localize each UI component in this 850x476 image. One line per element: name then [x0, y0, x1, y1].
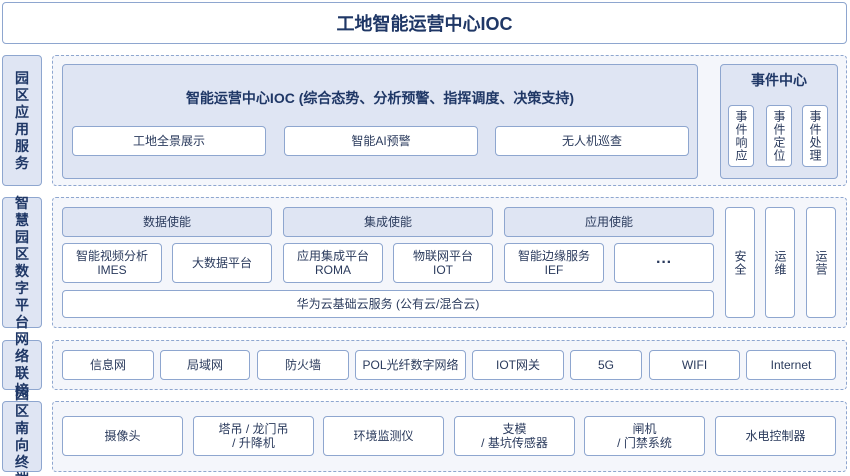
service-line1: 大数据平台: [191, 256, 252, 270]
service-edge: 智能边缘服务 IEF: [504, 243, 604, 283]
event-locate: 事件定位: [766, 105, 792, 167]
layer-label-app: 园区应用服务: [2, 55, 42, 186]
ioc-item-drone-patrol: 无人机巡查: [495, 126, 689, 156]
side-operation-maintenance: 运维: [765, 207, 795, 318]
network-iot-gateway: IOT网关: [472, 350, 564, 380]
network-firewall: 防火墙: [257, 350, 349, 380]
service-line2: IMES: [97, 263, 127, 277]
terminal-line2: / 基坑传感器: [481, 436, 548, 450]
service-iot-platform: 物联网平台 IOT: [393, 243, 493, 283]
layer-label-network: 网络联接: [2, 331, 42, 398]
network-info-net: 信息网: [62, 350, 154, 380]
terminal-crane: 塔吊 / 龙门吊 / 升降机: [193, 416, 314, 456]
service-more: ···: [614, 243, 714, 283]
service-line1: 智能视频分析: [75, 249, 148, 263]
network-internet: Internet: [746, 350, 836, 380]
enabler-data: 数据使能: [62, 207, 272, 237]
network-5g: 5G: [570, 350, 642, 380]
enabler-integration: 集成使能: [283, 207, 493, 237]
terminal-line2: / 门禁系统: [617, 436, 672, 450]
terminal-line2: / 升降机: [232, 436, 275, 450]
service-line2: IOT: [433, 263, 453, 277]
terminal-line1: 塔吊 / 龙门吊: [218, 422, 289, 436]
network-pol: POL光纤数字网络: [355, 350, 466, 380]
terminal-line1: 闸机: [632, 422, 657, 436]
network-wifi: WIFI: [649, 350, 740, 380]
side-security: 安全: [725, 207, 755, 318]
terminal-line1: 环境监测仪: [353, 429, 414, 443]
ioc-item-ai-warning: 智能AI预警: [284, 126, 478, 156]
page-title: 工地智能运营中心IOC: [2, 2, 847, 44]
terminal-line1: 支模: [502, 422, 527, 436]
layer-label-platform: 智慧园区数字平台: [2, 195, 42, 330]
ioc-panel: [62, 64, 698, 179]
service-line1: 应用集成平台: [296, 249, 369, 263]
network-lan: 局域网: [160, 350, 250, 380]
terminal-line1: 水电控制器: [745, 429, 806, 443]
terminal-formwork-sensor: 支模 / 基坑传感器: [454, 416, 575, 456]
ioc-item-panorama: 工地全景展示: [72, 126, 266, 156]
service-line2: ROMA: [315, 263, 351, 277]
huawei-cloud-base: 华为云基础云服务 (公有云/混合云): [62, 290, 714, 318]
service-line1: 智能边缘服务: [517, 249, 590, 263]
terminal-camera: 摄像头: [62, 416, 183, 456]
enabler-application: 应用使能: [504, 207, 714, 237]
event-response: 事件响应: [728, 105, 754, 167]
terminal-utility-controller: 水电控制器: [715, 416, 836, 456]
side-operation: 运营: [806, 207, 836, 318]
service-video-analysis: 智能视频分析 IMES: [62, 243, 162, 283]
event-center-title: 事件中心: [751, 72, 807, 88]
service-line2: IEF: [544, 263, 564, 277]
layer-label-terminal: 园区南向终端: [2, 386, 42, 476]
service-app-integration: 应用集成平台 ROMA: [283, 243, 383, 283]
terminal-gate: 闸机 / 门禁系统: [584, 416, 705, 456]
ioc-title: 智能运营中心IOC (综合态势、分析预警、指挥调度、决策支持): [185, 90, 575, 106]
service-line1: 物联网平台: [412, 249, 473, 263]
event-handle: 事件处理: [802, 105, 828, 167]
terminal-env-monitor: 环境监测仪: [323, 416, 444, 456]
terminal-line1: 摄像头: [104, 429, 141, 443]
service-big-data: 大数据平台: [172, 243, 272, 283]
